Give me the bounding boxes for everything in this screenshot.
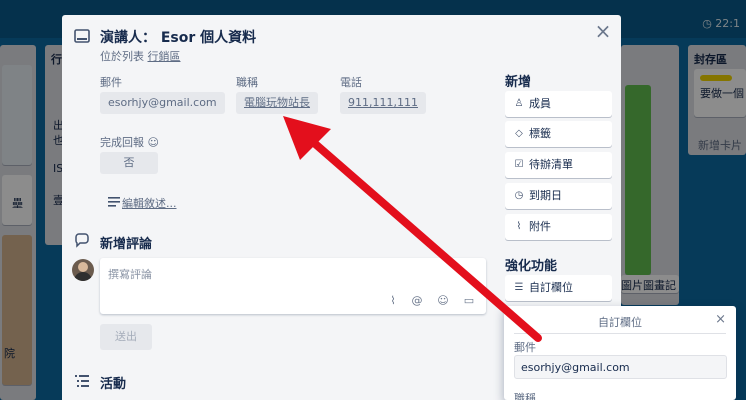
add-heading: 新增 xyxy=(505,75,532,90)
comment-placeholder: 撰寫評論 xyxy=(108,268,152,281)
add-comment-heading: 新增評論 xyxy=(100,237,153,252)
card-link-icon[interactable]: ▭ xyxy=(462,294,476,308)
close-icon[interactable]: × xyxy=(715,312,726,327)
paperclip-icon: ⌇ xyxy=(516,221,522,232)
person-icon: ♙ xyxy=(514,98,524,109)
field-value-phone[interactable]: 911,111,111 xyxy=(340,92,426,114)
edit-description-link[interactable]: 編輯敘述... xyxy=(122,195,177,211)
card-title[interactable]: 演講人： Esor 個人資料 xyxy=(100,27,256,47)
description-icon xyxy=(108,197,120,207)
popover-divider xyxy=(514,333,726,334)
custom-fields-popover: 自訂欄位 × 郵件 esorhjy@gmail.com 職稱 xyxy=(504,306,736,400)
members-button[interactable]: ♙ 成員 xyxy=(505,91,612,117)
popover-email-label: 郵件 xyxy=(514,341,536,354)
field-label-feedback: 完成回報 ☺ xyxy=(100,136,159,149)
labels-button[interactable]: ◇ 標籤 xyxy=(505,121,612,147)
card-icon xyxy=(74,29,90,43)
field-value-feedback[interactable]: 否 xyxy=(100,152,158,174)
checklist-button[interactable]: ☑ 待辦清單 xyxy=(505,152,612,178)
field-value-title[interactable]: 電腦玩物站長 xyxy=(236,92,318,114)
checklist-icon: ☑ xyxy=(514,159,524,170)
avatar-shirt xyxy=(74,272,92,281)
attachment-button[interactable]: ⌇ 附件 xyxy=(505,214,612,240)
tag-icon: ◇ xyxy=(515,128,523,139)
mention-icon[interactable]: @ xyxy=(410,294,424,308)
in-list-prefix: 位於列表 xyxy=(100,50,144,63)
avatar-face xyxy=(78,262,88,272)
activity-icon xyxy=(75,375,89,387)
field-label-title: 職稱 xyxy=(236,76,258,89)
attachment-icon[interactable]: ⌇ xyxy=(386,294,400,308)
activity-heading: 活動 xyxy=(100,377,127,392)
custom-fields-icon: ☰ xyxy=(514,282,524,293)
emoji-icon[interactable]: ☺ xyxy=(436,294,450,308)
powerups-heading: 強化功能 xyxy=(505,259,558,274)
field-label-phone: 電話 xyxy=(340,76,362,89)
popover-email-input[interactable]: esorhjy@gmail.com xyxy=(514,355,727,379)
card-list-location: 位於列表 行銷區 xyxy=(100,48,181,64)
list-name-link[interactable]: 行銷區 xyxy=(148,50,181,63)
field-value-email[interactable]: esorhjy@gmail.com xyxy=(100,92,225,114)
close-icon[interactable]: × xyxy=(593,21,613,41)
field-label-email: 郵件 xyxy=(100,76,122,89)
send-comment-button[interactable]: 送出 xyxy=(100,324,152,350)
popover-title-label: 職稱 xyxy=(514,392,536,400)
custom-fields-button[interactable]: ☰ 自訂欄位 xyxy=(505,275,612,301)
clock-icon: ◷ xyxy=(514,190,524,201)
popover-title: 自訂欄位 xyxy=(598,316,642,329)
avatar[interactable] xyxy=(72,259,94,281)
due-date-button[interactable]: ◷ 到期日 xyxy=(505,183,612,209)
comment-input[interactable]: 撰寫評論 ⌇ @ ☺ ▭ xyxy=(100,258,486,314)
smiley-icon: ☺ xyxy=(147,136,159,149)
comment-icon xyxy=(75,233,89,248)
